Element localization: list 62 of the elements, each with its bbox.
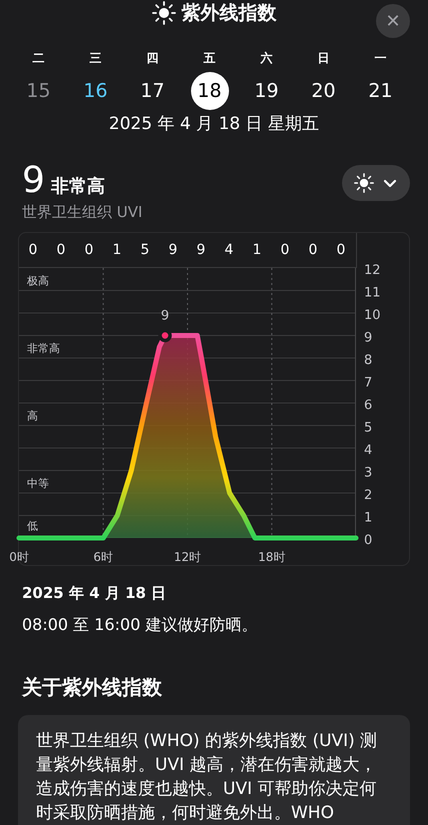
weekday-label: 三 — [90, 50, 102, 67]
selected-date: 2025 年 4 月 18 日 星期五 — [108, 113, 320, 135]
y-axis-label: 9 — [364, 330, 372, 346]
x-axis-label: 0时 — [9, 550, 29, 564]
uv-source: 世界卫生组织 UVI — [22, 203, 142, 222]
date-button[interactable]: 18 — [190, 72, 228, 110]
y-axis-label: 2 — [364, 488, 372, 503]
uv-category: 非常高 — [50, 175, 105, 198]
weekday-label: 日 — [318, 50, 330, 67]
hourly-value: 5 — [140, 242, 150, 258]
hourly-value: 0 — [84, 242, 94, 258]
hourly-value: 0 — [336, 242, 346, 258]
hourly-value: 1 — [112, 242, 122, 258]
uv-value: 9 — [22, 161, 45, 201]
hourly-value: 0 — [56, 242, 66, 258]
date-button[interactable]: 20 — [304, 72, 342, 110]
y-axis-label: 11 — [364, 286, 381, 300]
date-button[interactable]: 16 — [76, 72, 114, 110]
info-text: 世界卫生组织 (WHO) 的紫外线指数 (UVI) 测量紫外线辐射。UVI 越高，潜在伤害就越大，造成伤害的速度也越快。UVI 可帮助你决定何时采取防晒措施，何时避免外出。WHO — [36, 730, 378, 825]
y-axis-label: 0 — [364, 533, 372, 548]
weekday-label: 二 — [32, 50, 44, 67]
hourly-value: 0 — [280, 242, 290, 258]
y-axis-label: 8 — [364, 353, 372, 368]
y-axis-label: 6 — [364, 398, 372, 413]
level-label: 极高 — [27, 274, 49, 288]
y-axis-label: 1 — [364, 510, 372, 526]
screen-title: 紫外线指数 — [182, 1, 276, 26]
point-label: 9 — [160, 308, 170, 324]
y-axis-label: 10 — [364, 308, 381, 323]
close-button[interactable]: ✕ — [376, 4, 410, 38]
level-label: 高 — [27, 409, 38, 422]
hourly-value: 0 — [28, 242, 38, 258]
weekday-label: 五 — [204, 50, 216, 67]
y-axis-label: 3 — [364, 466, 372, 480]
section-heading: 关于紫外线指数 — [20, 674, 163, 701]
hourly-value: 9 — [196, 242, 206, 258]
x-axis-label: 18时 — [258, 550, 286, 564]
level-label: 低 — [27, 520, 38, 532]
sun-icon — [152, 1, 176, 25]
x-axis-label: 12时 — [174, 550, 202, 564]
weekday-label: 四 — [146, 50, 158, 67]
advice-text: 08:00 至 16:00 建议做好防晒。 — [21, 614, 258, 636]
y-axis-label: 12 — [364, 263, 381, 278]
level-label: 中等 — [27, 476, 49, 490]
date-button[interactable]: 19 — [248, 72, 286, 110]
advice-date: 2025 年 4 月 18 日 — [21, 583, 168, 603]
date-button[interactable]: 17 — [134, 72, 172, 110]
view-menu-button[interactable] — [342, 164, 410, 200]
hourly-value: 9 — [168, 242, 178, 258]
weekday-label: 六 — [260, 50, 272, 67]
weekday-label: 一 — [374, 50, 386, 67]
sun-icon — [354, 172, 374, 192]
y-axis-label: 5 — [364, 420, 372, 436]
date-button[interactable]: 21 — [362, 72, 400, 110]
x-axis-label: 6时 — [93, 550, 114, 564]
y-axis-label: 4 — [364, 443, 372, 458]
level-label: 非常高 — [27, 342, 60, 355]
hourly-value: 0 — [308, 242, 318, 258]
hourly-value: 1 — [252, 242, 262, 258]
y-axis-label: 7 — [364, 376, 372, 390]
hourly-value: 4 — [224, 242, 234, 258]
date-button[interactable]: 15 — [20, 72, 58, 110]
